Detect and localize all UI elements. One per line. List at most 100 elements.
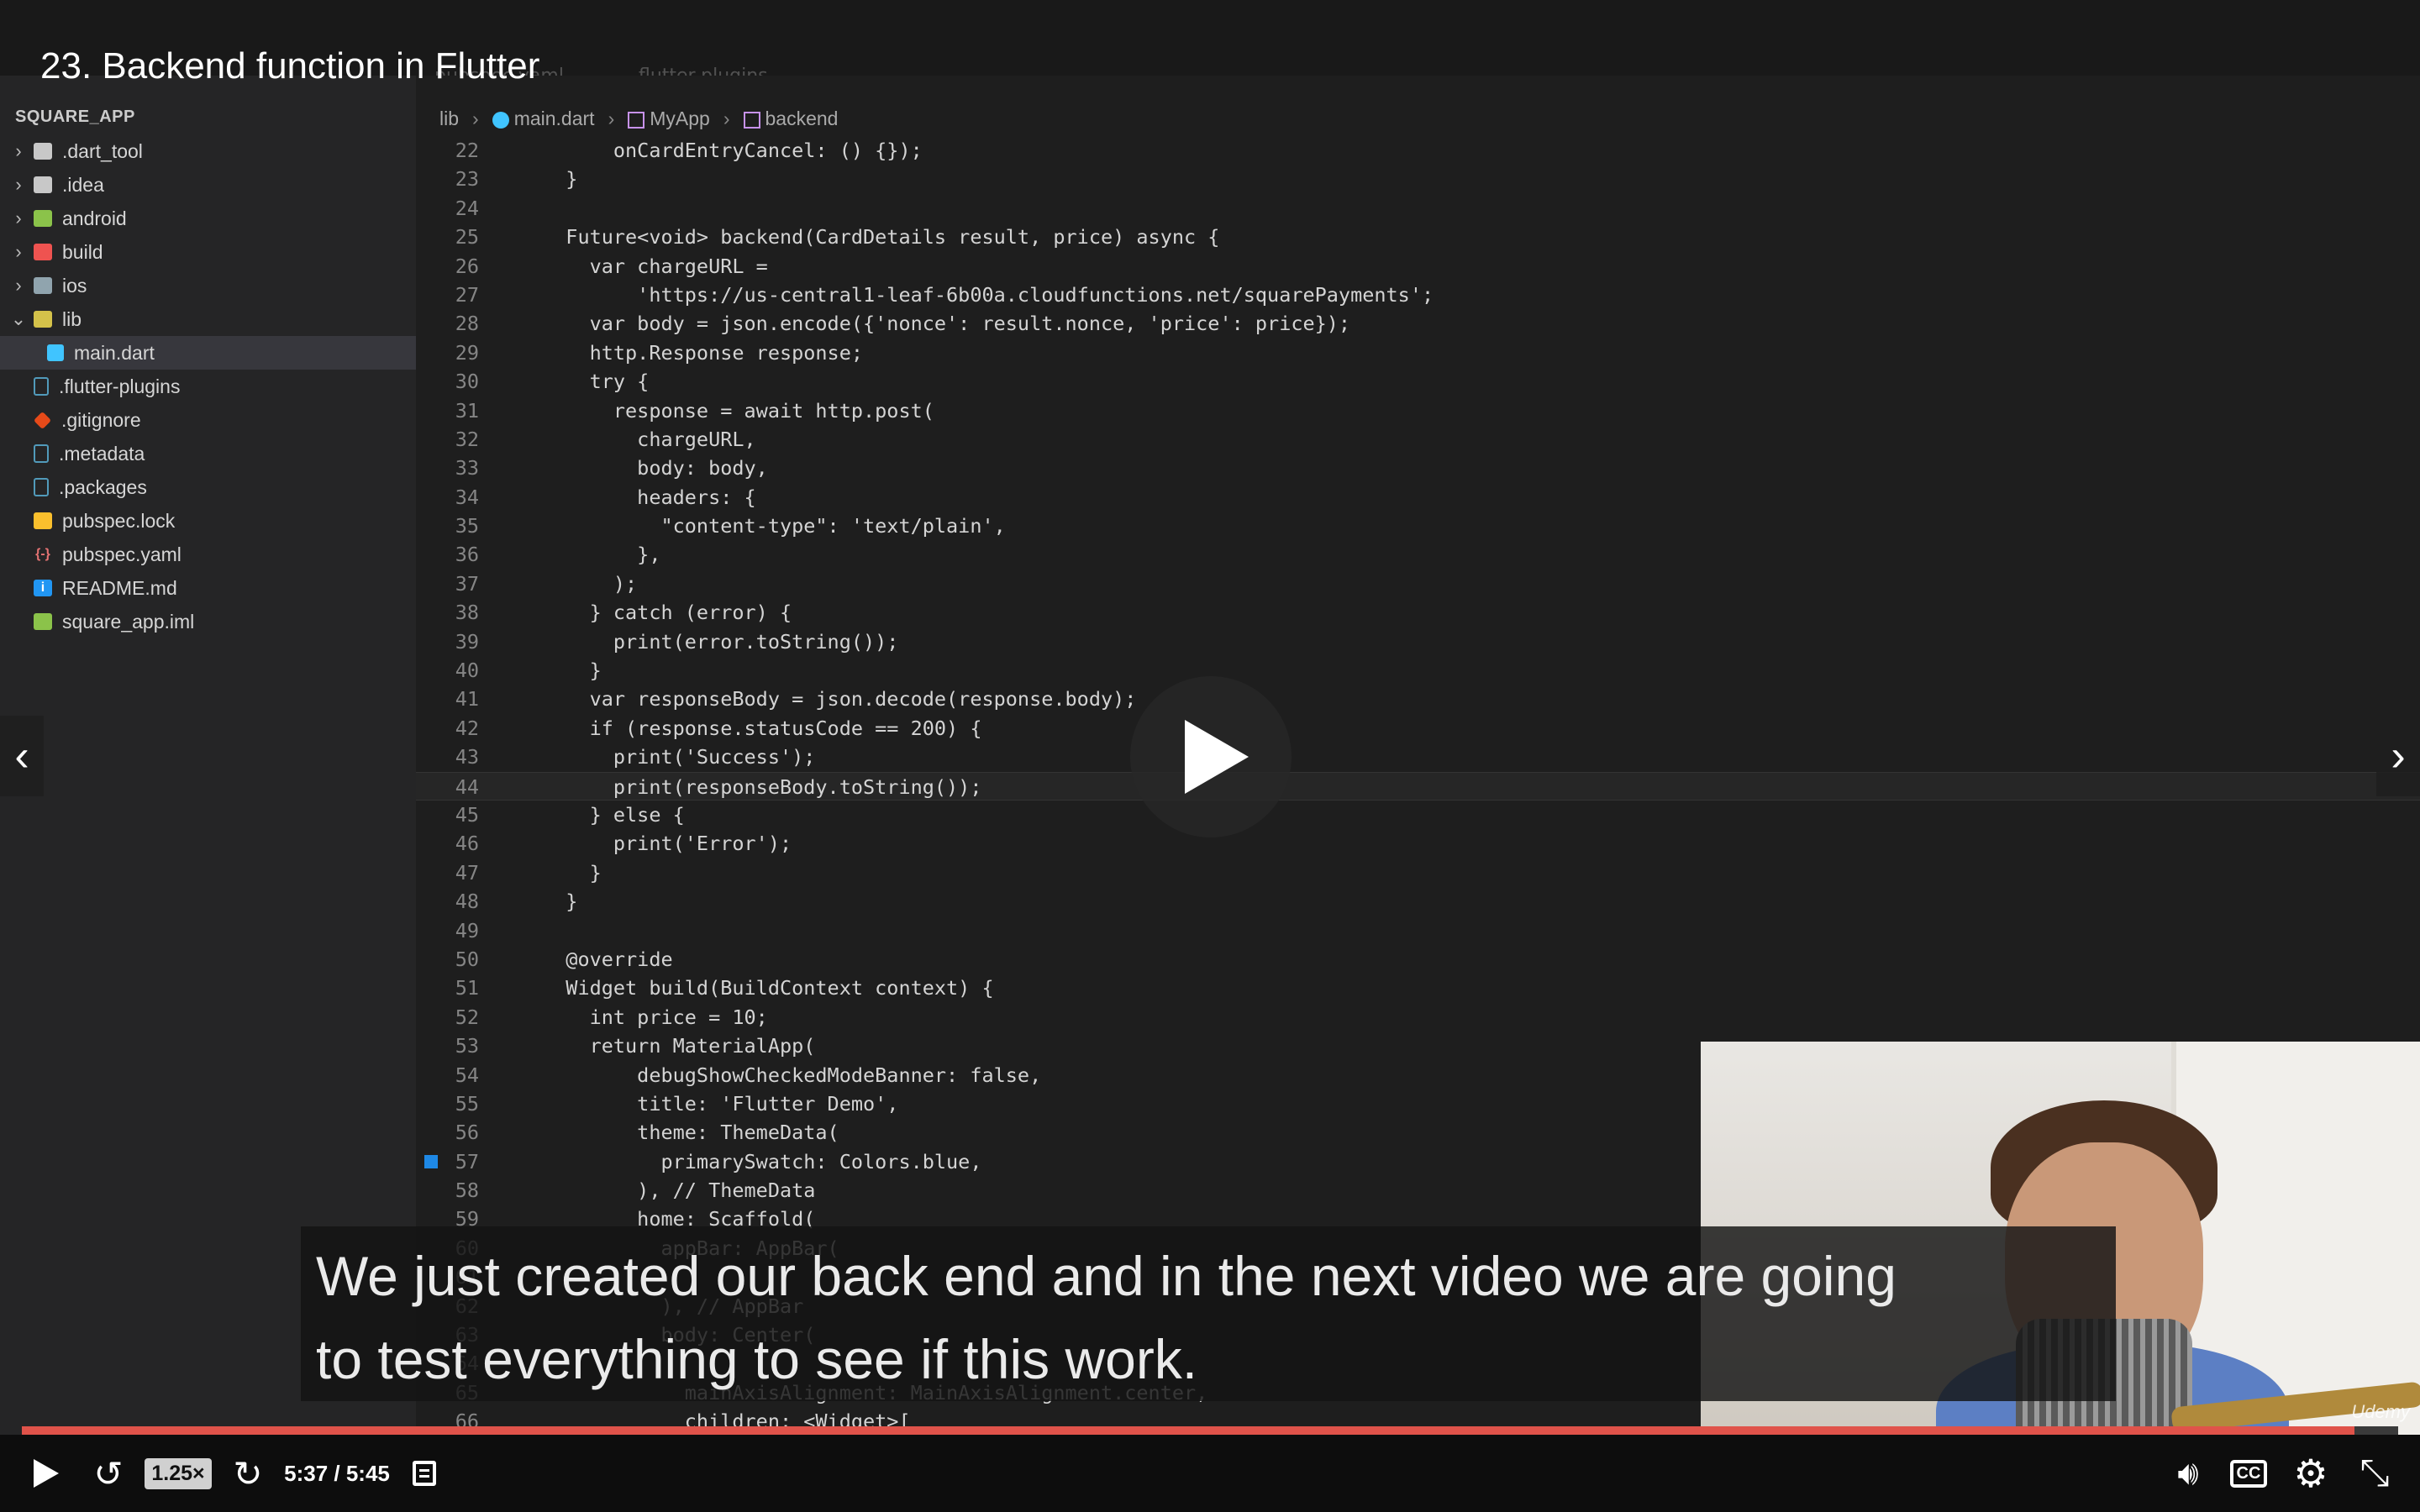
code-line: 38 } catch (error) {: [416, 598, 2420, 627]
code-line: 41 var responseBody = json.decode(respon…: [416, 685, 2420, 713]
yaml-icon: {-}: [35, 547, 50, 561]
code-text: }: [542, 659, 602, 683]
line-number: 24: [455, 196, 479, 220]
line-number: 39: [455, 629, 479, 654]
tree-item-label: .idea: [62, 173, 104, 196]
code-line: 44 print(responseBody.toString());: [416, 771, 2420, 801]
tree-item[interactable]: square_app.iml: [0, 605, 416, 638]
line-number: 51: [455, 976, 479, 1000]
breadcrumb: lib › main.dart › MyApp › backend: [439, 108, 838, 130]
forward-button[interactable]: ↻: [227, 1435, 269, 1512]
center-play-button[interactable]: [1130, 676, 1292, 837]
breadcrumb-file: main.dart: [492, 108, 595, 130]
code-line: 23 }: [416, 165, 2420, 193]
line-number: 40: [455, 659, 479, 683]
code-line: 46 print('Error');: [416, 829, 2420, 858]
line-number: 48: [455, 890, 479, 914]
code-line: 24: [416, 194, 2420, 223]
method-icon: [743, 111, 760, 129]
chevron-right-icon: ›: [15, 207, 22, 228]
line-number: 58: [455, 1179, 479, 1203]
breadcrumb-class: MyApp: [628, 108, 710, 130]
play-icon: [34, 1459, 59, 1488]
line-number: 25: [455, 225, 479, 249]
video-frame[interactable]: pubspec.yaml .flutter-plugins SQUARE_APP…: [0, 0, 2420, 1435]
exit-fullscreen-button[interactable]: ⤡: [2351, 1435, 2398, 1512]
code-text: headers: {: [542, 485, 756, 509]
code-text: Future<void> backend(CardDetails result,…: [542, 225, 1220, 249]
line-number: 23: [455, 167, 479, 192]
code-text: if (response.statusCode == 200) {: [542, 716, 982, 740]
notes-icon: [413, 1461, 436, 1486]
exit-fullscreen-icon: ⤡: [2360, 1452, 2390, 1494]
tree-item[interactable]: › .idea: [0, 168, 416, 202]
file-icon: [34, 377, 49, 396]
code-text: body: body,: [542, 456, 768, 480]
breadcrumb-file-label: main.dart: [513, 108, 595, 129]
line-number: 22: [455, 139, 479, 162]
ios-folder-icon: [34, 277, 52, 294]
tree-item[interactable]: › android: [0, 202, 416, 235]
captions-button[interactable]: CC: [2228, 1435, 2269, 1512]
tree-item-label: README.md: [62, 576, 177, 599]
tree-item[interactable]: › ios: [0, 269, 416, 302]
tree-item[interactable]: › build: [0, 235, 416, 269]
settings-button[interactable]: ⚙: [2289, 1435, 2333, 1512]
line-number: 57: [455, 1149, 479, 1173]
volume-icon: 🔊︎: [2177, 1454, 2199, 1492]
line-number: 30: [455, 370, 479, 394]
lib-folder-icon: [34, 311, 52, 328]
code-line: 33 body: body,: [416, 454, 2420, 482]
tree-item-label: android: [62, 207, 127, 229]
tree-item-label: pubspec.yaml: [62, 543, 182, 565]
code-line: 36 },: [416, 540, 2420, 569]
code-text: }: [542, 890, 578, 914]
file-icon: [34, 478, 49, 496]
code-text: onCardEntryCancel: () {});: [542, 139, 923, 162]
code-text: print(responseBody.toString());: [542, 774, 982, 799]
progress-bar[interactable]: [22, 1426, 2398, 1435]
folder-icon: [34, 176, 52, 193]
line-number: 37: [455, 571, 479, 596]
tree-item[interactable]: .gitignore: [0, 403, 416, 437]
play-button[interactable]: [25, 1435, 67, 1512]
tree-item[interactable]: .packages: [0, 470, 416, 504]
line-number: 36: [455, 543, 479, 567]
tree-item-label: .metadata: [59, 442, 145, 465]
playback-speed-button[interactable]: 1.25×: [143, 1435, 213, 1512]
add-note-button[interactable]: [405, 1435, 444, 1512]
line-number: 46: [455, 832, 479, 856]
tree-item[interactable]: › .dart_tool: [0, 134, 416, 168]
code-text: var chargeURL =: [542, 254, 768, 278]
chevron-right-icon: ›: [15, 140, 22, 161]
volume-button[interactable]: 🔊︎: [2166, 1435, 2210, 1512]
code-line: 25 Future<void> backend(CardDetails resu…: [416, 223, 2420, 251]
line-number: 54: [455, 1063, 479, 1087]
chevron-right-icon: ›: [15, 241, 22, 262]
code-line: 28 var body = json.encode({'nonce': resu…: [416, 309, 2420, 338]
line-number: 29: [455, 340, 479, 365]
code-text: print(error.toString());: [542, 629, 899, 654]
line-number: 34: [455, 485, 479, 509]
next-lecture-button[interactable]: ›: [2376, 716, 2420, 796]
code-text: return MaterialApp(: [542, 1034, 816, 1058]
code-line: 31 response = await http.post(: [416, 396, 2420, 425]
code-line: 35 "content-type": 'text/plain',: [416, 512, 2420, 540]
code-text: } catch (error) {: [542, 601, 792, 625]
tree-item[interactable]: main.dart: [0, 336, 416, 370]
tree-item[interactable]: pubspec.lock: [0, 504, 416, 538]
rewind-button[interactable]: ↺: [87, 1435, 129, 1512]
tree-item[interactable]: i README.md: [0, 571, 416, 605]
code-line: 47 }: [416, 858, 2420, 887]
tree-item[interactable]: .flutter-plugins: [0, 370, 416, 403]
tree-item[interactable]: .metadata: [0, 437, 416, 470]
previous-lecture-button[interactable]: ‹: [0, 716, 44, 796]
caption-line: We just created our back end and in the …: [316, 1245, 1897, 1307]
time-display: 5:37 / 5:45: [284, 1460, 390, 1486]
tree-item-label: build: [62, 240, 103, 263]
explorer-title: SQUARE_APP: [15, 108, 135, 126]
code-text: print('Success');: [542, 745, 816, 769]
tree-item[interactable]: ⌄ lib: [0, 302, 416, 336]
tree-item[interactable]: {-} pubspec.yaml: [0, 538, 416, 571]
tree-item-label: .gitignore: [61, 408, 141, 431]
